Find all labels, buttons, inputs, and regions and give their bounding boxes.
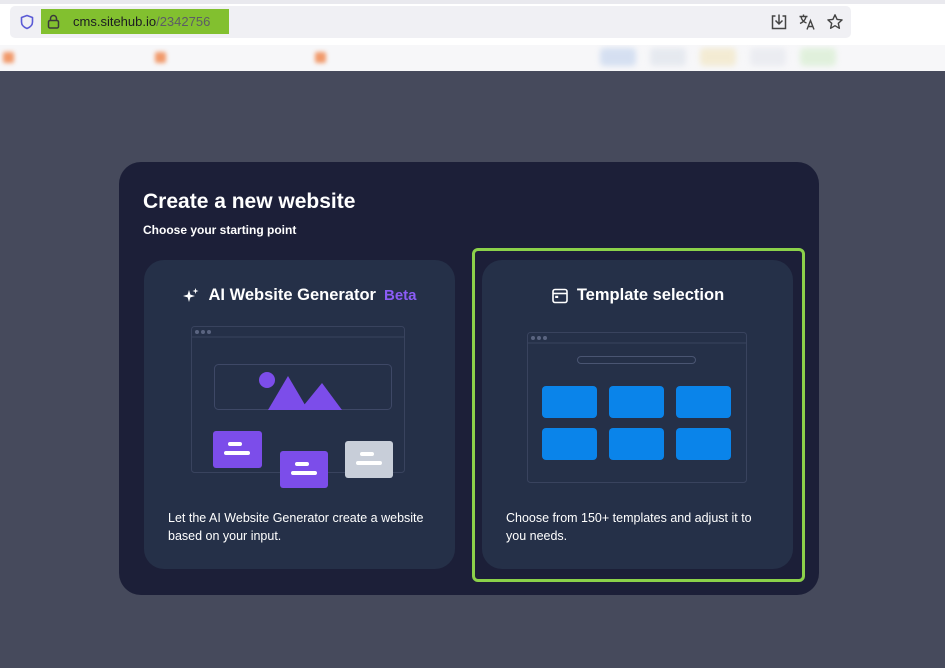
create-website-dialog: Create a new website Choose your startin… <box>119 162 819 595</box>
template-selection-card[interactable]: Template selection Choose from 150+ temp… <box>482 260 793 569</box>
shield-icon[interactable] <box>19 14 35 30</box>
bookmark-item[interactable] <box>155 51 233 64</box>
translate-icon[interactable] <box>798 13 816 31</box>
address-bar[interactable]: cms.sitehub.io/2342756 <box>10 6 851 38</box>
template-card-header: Template selection <box>482 286 793 305</box>
bookmark-item[interactable] <box>315 51 393 64</box>
url-text[interactable]: cms.sitehub.io/2342756 <box>73 14 210 29</box>
sparkle-icon <box>183 287 199 302</box>
dialog-subtitle: Choose your starting point <box>143 223 297 237</box>
ai-illustration <box>191 326 405 488</box>
template-card-description: Choose from 150+ templates and adjust it… <box>506 511 752 543</box>
bookmarks-bar <box>0 45 945 71</box>
ai-card-header: AI Website Generator Beta <box>144 286 455 305</box>
url-path: /2342756 <box>156 14 211 29</box>
dialog-title: Create a new website <box>143 190 356 213</box>
lock-icon[interactable] <box>47 14 60 29</box>
ai-card-title: AI Website Generator <box>208 286 376 304</box>
download-icon[interactable] <box>770 13 788 31</box>
bookmark-item[interactable] <box>3 51 87 64</box>
browser-toolbar: cms.sitehub.io/2342756 <box>0 0 945 45</box>
template-illustration <box>527 332 747 483</box>
browser-window-icon <box>552 288 568 303</box>
ai-card-description: Let the AI Website Generator create a we… <box>168 511 424 543</box>
ai-generator-card[interactable]: AI Website Generator Beta Let the AI Web… <box>144 260 455 569</box>
bookmark-blur <box>600 48 945 70</box>
url-domain: cms.sitehub.io <box>73 14 157 29</box>
star-icon[interactable] <box>826 13 844 31</box>
beta-badge: Beta <box>383 287 417 304</box>
template-card-title: Template selection <box>576 286 725 304</box>
